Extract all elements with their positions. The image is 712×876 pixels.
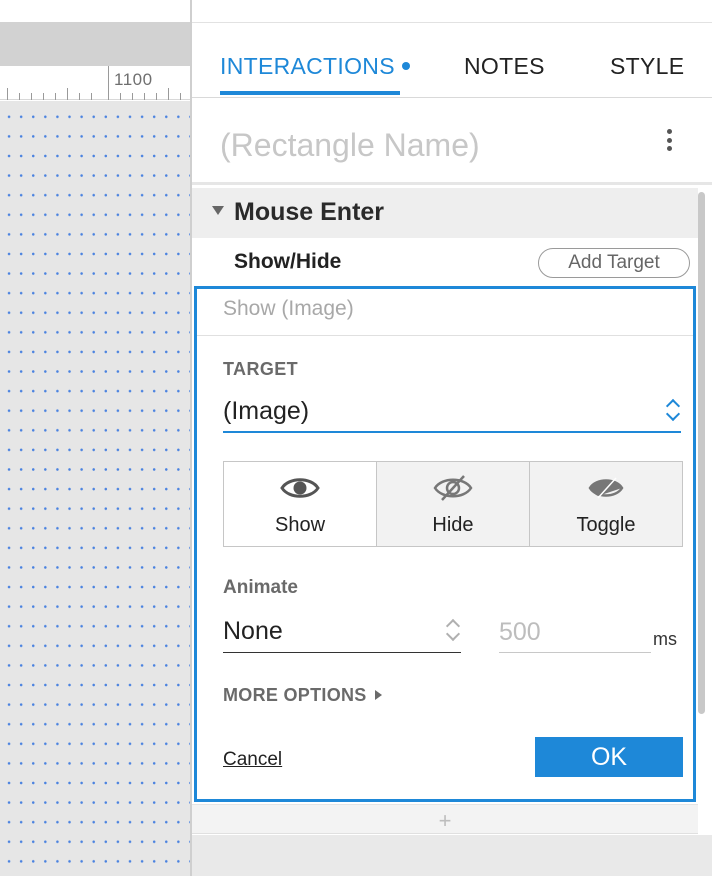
duration-unit: ms <box>653 629 677 649</box>
eye-half-icon <box>588 477 624 499</box>
tab-interactions-label: INTERACTIONS <box>220 53 395 79</box>
more-options-toggle[interactable]: MORE OPTIONS <box>223 685 382 706</box>
animate-label: Animate <box>223 577 298 598</box>
tab-style[interactable]: STYLE <box>610 53 684 80</box>
target-label: TARGET <box>223 359 299 379</box>
active-tab-underline <box>220 91 400 95</box>
target-value: (Image) <box>223 397 310 425</box>
ruler-ticks <box>7 66 181 100</box>
canvas-top-strip <box>0 0 192 22</box>
target-select[interactable]: (Image) <box>223 389 681 433</box>
indicator-dot-icon <box>401 61 410 70</box>
panel-footer-area <box>192 835 712 876</box>
event-title: Mouse Enter <box>234 198 385 226</box>
horizontal-ruler: 1100 <box>0 66 192 100</box>
event-header-mouse-enter[interactable]: Mouse Enter <box>192 188 698 238</box>
more-vertical-icon[interactable] <box>664 129 674 153</box>
widget-name-row <box>192 99 712 185</box>
tab-interactions[interactable]: INTERACTIONS <box>220 53 410 80</box>
visibility-segmented-control: Show Hide Toggle <box>223 461 683 547</box>
action-summary: Show (Image) <box>223 297 354 320</box>
widget-name-input[interactable] <box>220 123 620 167</box>
interactions-panel: INTERACTIONS NOTES STYLE Mouse Enter Sho… <box>192 0 712 876</box>
eye-slash-icon <box>433 475 473 501</box>
toggle-option-button[interactable]: Toggle <box>530 462 682 546</box>
duration-input[interactable] <box>499 609 651 653</box>
design-canvas: 1100 <box>0 0 192 876</box>
show-option-label: Show <box>274 514 326 536</box>
show-option-button[interactable]: Show <box>224 462 377 546</box>
chevron-updown-icon[interactable] <box>665 397 681 425</box>
hide-option-button[interactable]: Hide <box>377 462 530 546</box>
canvas-grid[interactable] <box>0 101 190 876</box>
caret-down-icon[interactable] <box>212 206 224 215</box>
toggle-option-label: Toggle <box>576 514 636 536</box>
canvas-page-header[interactable] <box>0 22 192 75</box>
action-row-show-hide[interactable]: Show/Hide Add Target <box>192 238 698 287</box>
caret-right-icon <box>374 689 382 700</box>
chevron-updown-icon[interactable] <box>445 617 461 645</box>
eye-icon <box>280 478 320 498</box>
panel-tabs: INTERACTIONS NOTES STYLE <box>192 23 712 98</box>
plus-icon[interactable]: + <box>439 808 452 834</box>
panel-scrollbar[interactable] <box>698 192 705 714</box>
hide-option-label: Hide <box>432 514 474 536</box>
ruler-label: 1100 <box>114 70 153 89</box>
animate-value: None <box>223 617 283 645</box>
add-interaction-bar[interactable]: + <box>192 804 698 834</box>
add-target-button[interactable]: Add Target <box>538 248 690 278</box>
animate-select[interactable]: None <box>223 609 461 653</box>
cancel-link[interactable]: Cancel <box>223 749 282 771</box>
divider <box>197 335 693 336</box>
action-editor: Show (Image) TARGET (Image) Show Hide To… <box>194 286 696 802</box>
tab-notes[interactable]: NOTES <box>464 53 545 80</box>
ok-button[interactable]: OK <box>535 737 683 777</box>
action-title: Show/Hide <box>234 250 342 273</box>
more-options-label: MORE OPTIONS <box>223 685 367 705</box>
